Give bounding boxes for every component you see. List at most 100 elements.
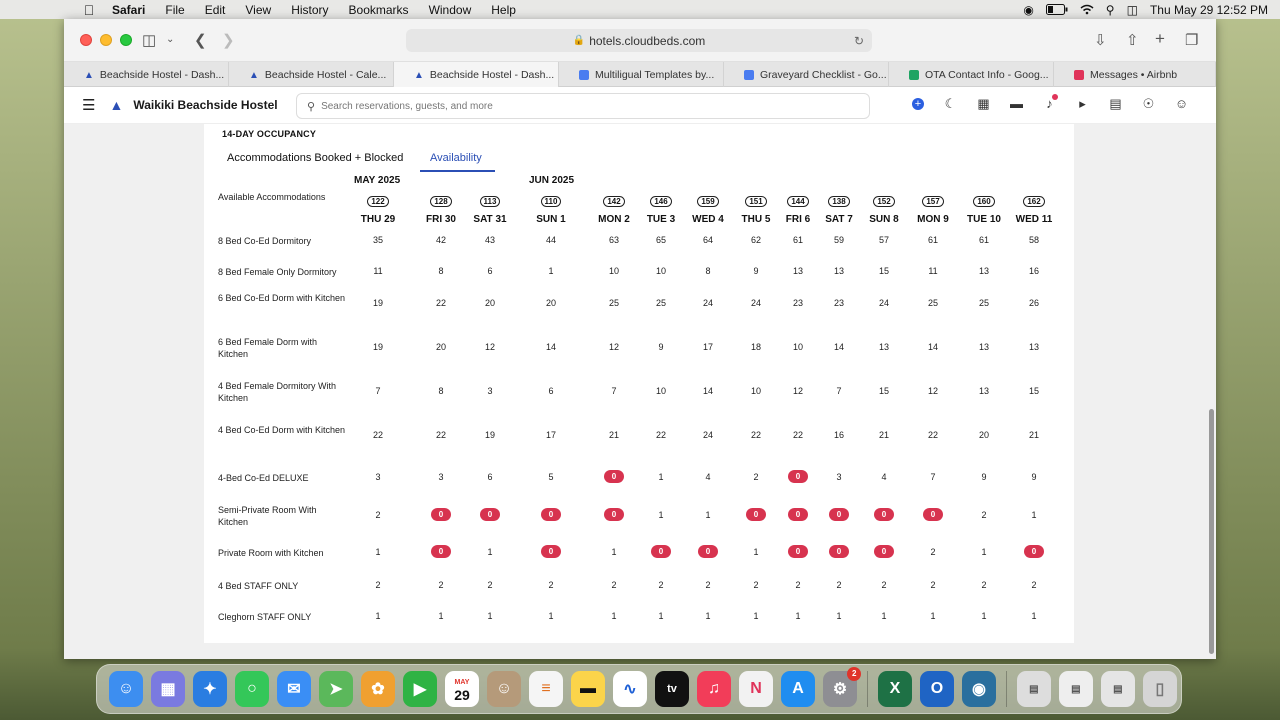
mail-icon[interactable]: ✉ — [276, 671, 312, 707]
music-icon[interactable]: ♫ — [696, 671, 732, 707]
availability-value: 13 — [978, 342, 989, 352]
messages-icon[interactable]: ○ — [234, 671, 270, 707]
menu-app-name[interactable]: Safari — [112, 3, 145, 17]
record-icon[interactable]: ◉ — [1023, 3, 1033, 17]
menu-file[interactable]: File — [165, 3, 184, 17]
help-icon[interactable]: ☉ — [1132, 96, 1165, 112]
notes-icon[interactable]: ▬ — [570, 671, 606, 707]
user-account-icon[interactable]: ☺ — [1165, 96, 1198, 112]
finder-icon[interactable]: ☺ — [108, 671, 144, 707]
excel-label: X — [889, 680, 901, 697]
tab-overview-icon[interactable]: ❐ — [1185, 31, 1198, 49]
megaphone-icon[interactable]: ▸ — [1066, 96, 1099, 112]
excel-icon[interactable]: X — [877, 671, 913, 707]
menu-history[interactable]: History — [291, 3, 328, 17]
availability-value: 9 — [658, 342, 664, 352]
news-icon[interactable]: N — [738, 671, 774, 707]
freeform-icon[interactable]: ∿ — [612, 671, 648, 707]
day-total-available: 110 — [540, 196, 562, 207]
quicktime-icon[interactable]: ◉ — [961, 671, 997, 707]
availability-value: 21 — [608, 430, 619, 440]
availability-cell: 1 — [348, 547, 408, 557]
outlook-icon[interactable]: O — [919, 671, 955, 707]
reload-icon[interactable]: ↻ — [854, 34, 864, 48]
maps-icon[interactable]: ➤ — [318, 671, 354, 707]
dark-mode-icon[interactable]: ☾ — [934, 96, 967, 112]
zoom-window-button[interactable] — [120, 34, 132, 46]
availability-value: 44 — [545, 235, 556, 245]
spotlight-search-icon[interactable]: ⚲ — [1106, 3, 1115, 17]
calendar-icon[interactable]: ▦ — [967, 96, 1000, 112]
tab-booked-blocked[interactable]: Accommodations Booked + Blocked — [227, 152, 403, 164]
availability-cell: 17 — [521, 430, 581, 440]
system-settings-icon[interactable]: ⚙ 2 — [822, 667, 862, 707]
availability-cell: 13 — [1004, 342, 1064, 352]
browser-tab[interactable]: ▲ Beachside Hostel - Cale... — [229, 62, 394, 87]
browser-tab[interactable]: Messages • Airbnb — [1054, 62, 1216, 87]
chevron-down-icon[interactable]: ⌄ — [166, 34, 174, 45]
menu-help[interactable]: Help — [491, 3, 516, 17]
appletv-icon[interactable]: tv — [654, 671, 690, 707]
battery-icon[interactable] — [1045, 4, 1068, 15]
browser-tab[interactable]: Graveyard Checklist - Go... — [724, 62, 889, 87]
browser-tab[interactable]: Multiligual Templates by... — [559, 62, 724, 87]
calendar-app-icon[interactable]: MAY 29 — [444, 671, 480, 707]
menubar-clock[interactable]: Thu May 29 12:52 PM — [1150, 3, 1268, 17]
minimize-window-button[interactable] — [100, 34, 112, 46]
facetime-icon[interactable]: ▶ — [402, 671, 438, 707]
availability-value: 13 — [1028, 342, 1039, 352]
notifications-bell-icon[interactable]: ♪ — [1033, 94, 1066, 112]
launchpad-icon[interactable]: ▦ — [150, 671, 186, 707]
availability-value: 1 — [611, 611, 617, 621]
apple-menu-icon[interactable]:  — [80, 2, 98, 18]
availability-value: 63 — [608, 235, 619, 245]
menu-edit[interactable]: Edit — [205, 3, 226, 17]
downloads-stack-icon[interactable]: ▤ — [1016, 671, 1052, 707]
photos-icon[interactable]: ✿ — [360, 671, 396, 707]
safari-icon[interactable]: ✦ — [192, 671, 228, 707]
back-arrow-icon[interactable]: ❮ — [194, 31, 207, 49]
screenshots-stack-icon[interactable]: ▤ — [1100, 671, 1136, 707]
browser-tab-label: Multiligual Templates by... — [595, 68, 715, 81]
availability-value: 6 — [487, 472, 493, 482]
property-name[interactable]: Waikiki Beachside Hostel — [133, 98, 277, 112]
availability-cell: 20 — [521, 298, 581, 308]
inbox-icon[interactable]: ▤ — [1099, 96, 1132, 112]
sidebar-toggle-icon[interactable]: ◫ — [142, 31, 156, 49]
sold-out-badge: 0 — [698, 545, 718, 558]
availability-value: 3 — [487, 386, 493, 396]
tab-availability[interactable]: Availability — [430, 152, 482, 164]
menu-window[interactable]: Window — [429, 3, 472, 17]
documents-stack-icon[interactable]: ▤ — [1058, 671, 1094, 707]
reminders-icon[interactable]: ≡ — [528, 671, 564, 707]
browser-tab[interactable]: OTA Contact Info - Goog... — [889, 62, 1054, 87]
add-icon[interactable]: + — [912, 98, 924, 110]
bed-icon[interactable]: ▬ — [1000, 96, 1033, 112]
share-icon[interactable]: ⇧ — [1126, 31, 1139, 49]
availability-value: 1 — [658, 472, 664, 482]
wifi-icon[interactable] — [1080, 4, 1094, 15]
forward-arrow-icon[interactable]: ❯ — [222, 31, 235, 49]
browser-tab-active[interactable]: ▲ Beachside Hostel - Dash... — [394, 62, 559, 87]
hamburger-menu-icon[interactable]: ☰ — [82, 96, 95, 114]
browser-tab-label: Beachside Hostel - Cale... — [264, 68, 387, 81]
availability-cell: 1 — [521, 611, 581, 621]
address-bar[interactable]: 🔒 hotels.cloudbeds.com ↻ — [406, 29, 872, 52]
close-window-button[interactable] — [80, 34, 92, 46]
availability-cell: 1 — [348, 611, 408, 621]
page-scrollbar[interactable] — [1209, 409, 1214, 654]
app-store-icon[interactable]: A — [780, 671, 816, 707]
availability-cell: 43 — [460, 235, 520, 245]
downloads-icon[interactable]: ⇩ — [1094, 31, 1107, 49]
browser-tab[interactable]: ▲ Beachside Hostel - Dash... — [64, 62, 229, 87]
new-tab-icon[interactable]: + — [1155, 29, 1165, 49]
menu-view[interactable]: View — [245, 3, 271, 17]
availability-cell: 1 — [1004, 510, 1064, 520]
availability-cell: 16 — [1004, 266, 1064, 276]
contacts-icon[interactable]: ☺ — [486, 671, 522, 707]
menu-bookmarks[interactable]: Bookmarks — [349, 3, 409, 17]
global-search-input[interactable]: ⚲ Search reservations, guests, and more — [296, 93, 870, 119]
availability-value: 19 — [484, 430, 495, 440]
control-center-icon[interactable]: ◫ — [1127, 3, 1138, 17]
trash-icon[interactable]: ▯ — [1142, 671, 1178, 707]
